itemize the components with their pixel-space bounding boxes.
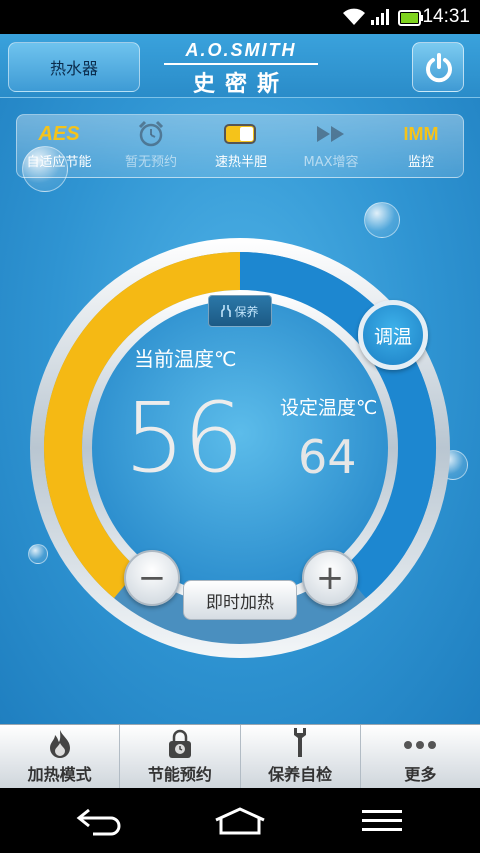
battery-icon	[398, 10, 423, 26]
wrench-small-icon	[221, 305, 232, 317]
water-heater-tab[interactable]: 热水器	[8, 42, 140, 92]
lock-clock-icon	[168, 729, 191, 758]
mode-max[interactable]: MAX增容	[283, 119, 379, 175]
set-temp-label: 设定温度℃	[280, 397, 378, 419]
brand-name-en: A.O.SMITH	[185, 40, 297, 60]
alarm-clock-icon	[138, 120, 164, 147]
menu-icon[interactable]	[360, 806, 404, 836]
brand-name-cn: 史密斯	[192, 72, 289, 97]
mode-schedule-label: 暂无预约	[124, 155, 177, 170]
tab-heating-mode-label: 加热模式	[27, 765, 92, 784]
more-dots-icon	[404, 741, 437, 749]
system-nav-bar	[0, 788, 480, 853]
current-temp-label: 当前温度℃	[134, 347, 237, 371]
mode-monitor[interactable]: IMM 监控	[373, 119, 469, 175]
half-tank-icon	[224, 124, 256, 144]
bottom-tab-bar: 加热模式 节能预约 保养自检 更多	[0, 724, 480, 788]
decrease-temp-button[interactable]: −	[124, 550, 180, 606]
maintenance-badge-label: 保养	[234, 304, 259, 319]
tab-maintenance-label: 保养自检	[268, 765, 333, 784]
fast-forward-icon	[317, 126, 344, 142]
flame-icon	[49, 730, 70, 758]
adjust-temp-button[interactable]: 调温	[358, 300, 428, 370]
tab-energy-schedule[interactable]: 节能预约	[120, 725, 241, 788]
tab-heating-mode[interactable]: 加热模式	[0, 725, 121, 788]
instant-heat-button[interactable]: 即时加热	[183, 580, 297, 620]
brand-logo: A.O.SMITH 史密斯	[156, 40, 326, 98]
app-header: 热水器 A.O.SMITH 史密斯	[0, 34, 480, 98]
increase-temp-button[interactable]: +	[302, 550, 358, 606]
maintenance-badge[interactable]: 保养	[208, 295, 272, 327]
status-bar: 14:31	[0, 0, 480, 34]
mode-half-tank-label: 速热半胆	[214, 155, 267, 170]
tab-more-label: 更多	[404, 765, 437, 784]
wifi-icon	[343, 8, 365, 25]
imm-badge-icon: IMM	[403, 123, 439, 144]
back-icon[interactable]	[73, 806, 123, 836]
current-temp-value: 56	[124, 382, 244, 494]
wrench-icon	[294, 728, 307, 757]
tab-more[interactable]: 更多	[361, 725, 480, 788]
mode-half-tank[interactable]: 速热半胆	[193, 119, 289, 175]
home-icon[interactable]	[213, 806, 267, 836]
bubble-decoration	[22, 146, 68, 192]
bubble-decoration	[364, 202, 400, 238]
tab-energy-schedule-label: 节能预约	[147, 765, 212, 784]
mode-max-label: MAX增容	[303, 155, 359, 170]
signal-icon	[371, 9, 389, 25]
tab-maintenance[interactable]: 保养自检	[241, 725, 361, 788]
mode-monitor-label: 监控	[407, 155, 434, 170]
mode-bar: AES 自适应节能 暂无预约 速热半胆	[16, 114, 464, 178]
aes-badge-icon: AES	[38, 122, 80, 145]
power-button[interactable]	[412, 42, 464, 92]
status-time: 14:31	[422, 6, 470, 27]
mode-schedule[interactable]: 暂无预约	[103, 119, 199, 175]
power-icon	[426, 53, 452, 83]
set-temp-value: 64	[298, 430, 357, 484]
